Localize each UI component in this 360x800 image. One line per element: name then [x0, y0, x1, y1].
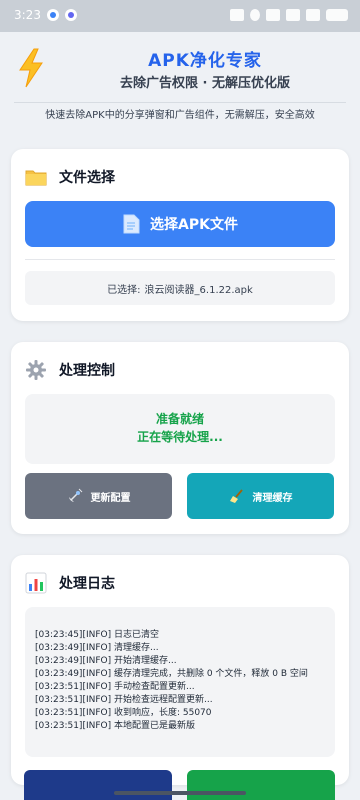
clear-cache-button[interactable]: 清理缓存	[187, 473, 334, 519]
select-apk-button[interactable]: 选择APK文件	[25, 201, 335, 247]
wifi-icon	[306, 9, 320, 21]
update-config-button[interactable]: 更新配置	[25, 473, 172, 519]
app-header: APK净化专家 去除广告权限 · 无解压优化版	[0, 32, 360, 100]
document-icon	[123, 214, 140, 234]
broom-icon	[229, 489, 243, 503]
lightning-icon	[19, 48, 43, 88]
control-card-title: 处理控制	[59, 363, 115, 379]
status-bar: 3:23	[0, 0, 360, 32]
status-icons	[230, 9, 348, 21]
status-display: 准备就绪 正在等待处理...	[25, 394, 335, 464]
processing-log-card: 处理日志 [03:23:45][INFO] 日志已清空 [03:23:49][I…	[11, 555, 349, 785]
gear-icon	[26, 360, 46, 380]
start-process-button[interactable]	[24, 770, 172, 800]
log-line: [03:23:49][INFO] 缓存清理完成，共删除 0 个文件，释放 0 B…	[35, 669, 308, 679]
clear-cache-label: 清理缓存	[252, 492, 293, 504]
header-divider	[14, 102, 346, 103]
bar-chart-icon	[25, 572, 47, 594]
satellite-icon	[68, 488, 82, 502]
update-config-label: 更新配置	[90, 492, 131, 504]
log-line: [03:23:51][INFO] 收到响应，长度: 55070	[35, 708, 212, 718]
status-ready-text: 准备就绪	[155, 412, 204, 426]
file-card-title: 文件选择	[59, 170, 115, 186]
gesture-nav-bar[interactable]	[114, 791, 246, 795]
log-line: [03:23:51][INFO] 手动检查配置更新...	[35, 682, 195, 692]
status-waiting-text: 正在等待处理...	[137, 430, 223, 444]
signal-icon	[266, 9, 280, 21]
app-title: APK净化专家	[148, 51, 262, 71]
app-notification-icon	[46, 9, 59, 21]
log-card-title: 处理日志	[59, 576, 115, 592]
log-line: [03:23:45][INFO] 日志已清空	[35, 630, 159, 640]
log-line: [03:23:51][INFO] 本地配置已是最新版	[35, 721, 195, 731]
selected-file-prefix: 已选择:	[107, 284, 141, 296]
log-line: [03:23:49][INFO] 清理缓存...	[35, 643, 159, 653]
processing-control-card: 处理控制 准备就绪 正在等待处理... 更新配置 清理缓存	[11, 342, 349, 534]
battery-icon	[326, 9, 348, 21]
export-button[interactable]	[187, 770, 335, 800]
sim-icon	[230, 9, 244, 21]
log-line: [03:23:51][INFO] 开始检查远程配置更新...	[35, 695, 213, 705]
signal-icon	[286, 9, 300, 21]
folder-icon	[25, 170, 47, 186]
app-description: 快速去除APK中的分享弹窗和广告组件，无需解压，安全高效	[45, 110, 315, 121]
select-apk-label: 选择APK文件	[150, 217, 238, 233]
status-time: 3:23	[14, 8, 41, 22]
selected-file-name: 浪云阅读器_6.1.22.apk	[144, 284, 253, 296]
file-selection-card: 文件选择 选择APK文件 已选择: 浪云阅读器_6.1.22.apk	[11, 149, 349, 321]
file-card-separator	[25, 259, 335, 260]
log-output: [03:23:45][INFO] 日志已清空 [03:23:49][INFO] …	[25, 607, 335, 757]
app-subtitle: 去除广告权限 · 无解压优化版	[120, 76, 290, 91]
app-notification-icon	[64, 9, 77, 21]
log-line: [03:23:49][INFO] 开始清理缓存...	[35, 656, 177, 666]
moon-icon	[250, 9, 260, 21]
selected-file-display: 已选择: 浪云阅读器_6.1.22.apk	[25, 271, 335, 305]
